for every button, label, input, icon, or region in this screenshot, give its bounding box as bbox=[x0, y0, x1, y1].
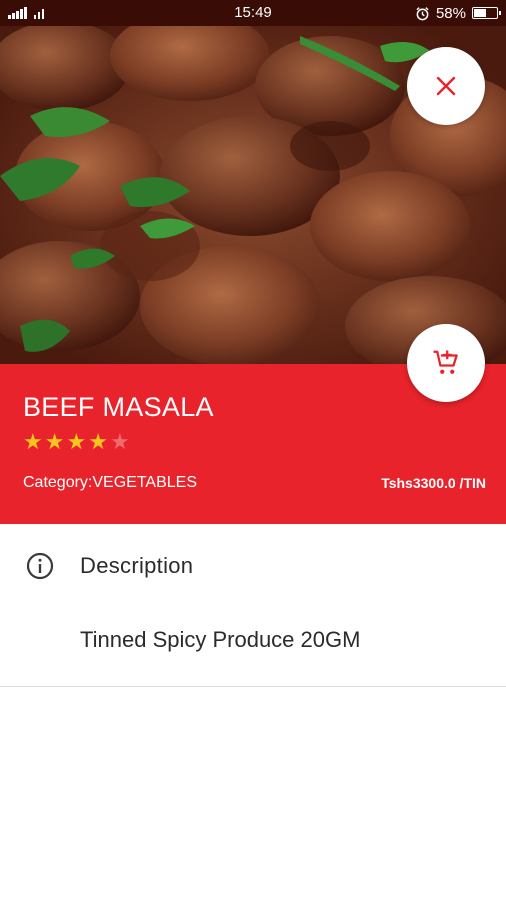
star-icon: ★ bbox=[23, 430, 43, 455]
description-text: Tinned Spicy Produce 20GM bbox=[80, 627, 361, 652]
product-price: Tshs3300.0 /TIN bbox=[381, 475, 486, 491]
category-value: VEGETABLES bbox=[92, 474, 198, 491]
star-icon: ★ bbox=[44, 430, 65, 455]
rating-stars: ★ ★ ★ ★ ★ bbox=[23, 432, 130, 454]
add-to-cart-button[interactable] bbox=[407, 324, 485, 402]
category-label: Category: bbox=[23, 474, 93, 491]
info-icon bbox=[26, 552, 54, 580]
close-icon bbox=[436, 76, 456, 96]
close-button[interactable] bbox=[407, 47, 485, 125]
star-icon: ★ bbox=[109, 430, 130, 455]
star-icon: ★ bbox=[88, 430, 108, 455]
product-title: BEEF MASALA bbox=[23, 392, 214, 422]
description-section: Description Tinned Spicy Produce 20GM bbox=[0, 524, 506, 687]
add-shopping-cart-icon bbox=[433, 350, 458, 374]
product-category: Category: VEGETABLES bbox=[23, 474, 197, 492]
star-icon: ★ bbox=[66, 430, 87, 455]
description-heading: Description bbox=[80, 553, 194, 578]
status-bar: 15:49 58% bbox=[0, 0, 506, 26]
battery-icon bbox=[472, 7, 501, 19]
status-time: 15:49 bbox=[234, 4, 272, 21]
